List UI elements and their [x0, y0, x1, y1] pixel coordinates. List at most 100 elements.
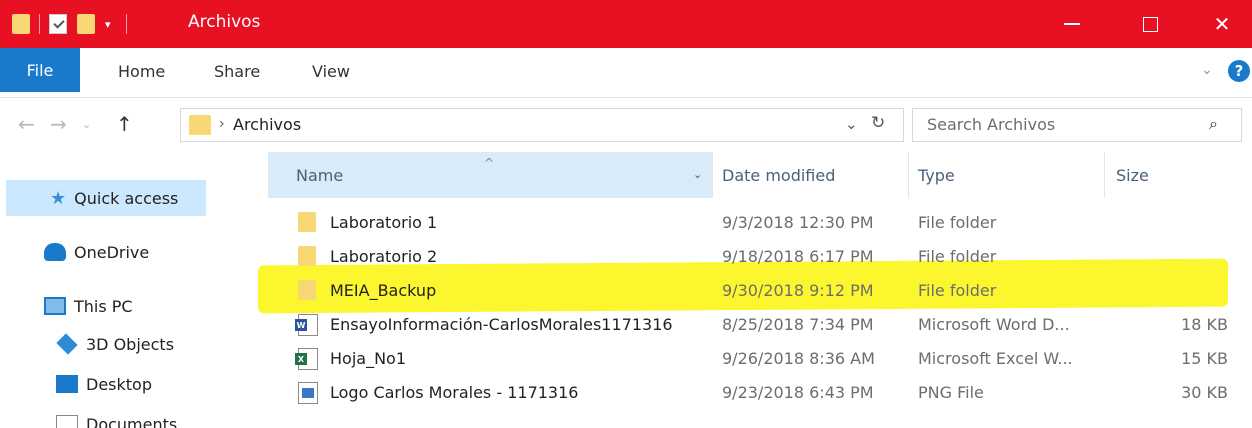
column-header-size[interactable]: Size	[1116, 152, 1149, 198]
cube-icon	[56, 333, 78, 355]
file-date-modified: 9/23/2018 6:43 PM	[722, 383, 874, 402]
expand-ribbon-icon[interactable]: ⌄	[1201, 62, 1213, 78]
file-row[interactable]: Logo Carlos Morales - 1171316 9/23/2018 …	[268, 376, 1252, 410]
file-row[interactable]: W EnsayoInformación-CarlosMorales1171316…	[268, 308, 1252, 342]
nav-item-label: This PC	[74, 296, 133, 316]
file-type: File folder	[918, 247, 997, 266]
tab-file[interactable]: File	[0, 48, 80, 92]
file-name: Logo Carlos Morales - 1171316	[330, 383, 579, 402]
tab-view[interactable]: View	[312, 62, 350, 81]
window-title: Archivos	[188, 12, 261, 32]
excel-doc-icon: X	[295, 348, 318, 370]
file-size: 15 KB	[1181, 349, 1228, 368]
file-row[interactable]: MEIA_Backup 9/30/2018 9:12 PM File folde…	[268, 274, 1252, 308]
file-date-modified: 9/26/2018 8:36 AM	[722, 349, 875, 368]
up-arrow-icon[interactable]: ↑	[116, 112, 133, 136]
close-button[interactable]: ✕	[1192, 0, 1252, 48]
tab-share[interactable]: Share	[214, 62, 260, 81]
folder-icon	[298, 280, 316, 300]
quick-access-toolbar: ▾	[12, 13, 136, 35]
help-icon[interactable]: ?	[1228, 60, 1250, 82]
desktop-icon	[56, 375, 78, 393]
folder-icon	[298, 212, 316, 232]
nav-item-label: 3D Objects	[86, 334, 175, 354]
file-date-modified: 9/18/2018 6:17 PM	[722, 247, 874, 266]
word-badge-icon: W	[295, 319, 307, 331]
navigation-bar: ← → ⌄ ↑ › Archivos ⌄ ↻ Search Archivos ⌕	[0, 98, 1252, 152]
column-header-label: Name	[296, 165, 344, 185]
folder-icon[interactable]	[12, 14, 30, 34]
column-header-date-modified[interactable]: Date modified	[722, 152, 835, 198]
qat-separator	[39, 14, 40, 34]
nav-item-this-pc[interactable]: This PC	[0, 288, 262, 324]
recent-locations-chevron-icon[interactable]: ⌄	[82, 118, 91, 131]
column-header-type[interactable]: Type	[918, 152, 955, 198]
column-menu-chevron-icon[interactable]: ⌄	[693, 168, 702, 181]
file-type: File folder	[918, 213, 997, 232]
search-icon[interactable]: ⌕	[1209, 114, 1218, 134]
file-size: 18 KB	[1181, 315, 1228, 334]
address-bar[interactable]: › Archivos ⌄ ↻	[180, 108, 904, 142]
ribbon-tabs: File Home Share View ⌄ ?	[0, 48, 1252, 98]
nav-item-quick-access[interactable]: ★ Quick access	[6, 180, 206, 216]
file-date-modified: 9/30/2018 9:12 PM	[722, 281, 874, 300]
file-date-modified: 9/3/2018 12:30 PM	[722, 213, 874, 232]
close-icon: ✕	[1213, 12, 1231, 36]
nav-item-label: Desktop	[86, 374, 152, 394]
nav-item-label: OneDrive	[74, 242, 150, 262]
back-arrow-icon[interactable]: ←	[18, 112, 35, 136]
pc-icon	[44, 297, 66, 315]
minimize-button[interactable]	[1042, 0, 1102, 48]
file-row[interactable]: X Hoja_No1 9/26/2018 8:36 AM Microsoft E…	[268, 342, 1252, 376]
nav-item-onedrive[interactable]: OneDrive	[0, 234, 262, 270]
file-name: Hoja_No1	[330, 349, 407, 368]
file-name: MEIA_Backup	[330, 281, 437, 300]
search-input[interactable]: Search Archivos	[927, 115, 1055, 134]
maximize-icon	[1142, 16, 1158, 32]
file-type: Microsoft Word D...	[918, 315, 1070, 334]
address-dropdown-icon[interactable]: ⌄	[845, 115, 858, 133]
customize-dropdown-icon[interactable]: ▾	[105, 18, 117, 31]
breadcrumb-separator-icon[interactable]: ›	[219, 116, 225, 132]
file-name: Laboratorio 2	[330, 247, 438, 266]
excel-badge-icon: X	[295, 353, 307, 365]
file-row[interactable]: Laboratorio 2 9/18/2018 6:17 PM File fol…	[268, 240, 1252, 274]
png-image-icon	[298, 382, 318, 404]
file-name: Laboratorio 1	[330, 213, 438, 232]
qat-separator	[126, 14, 127, 34]
sort-ascending-icon: ^	[484, 156, 495, 170]
word-doc-icon: W	[295, 314, 318, 336]
file-date-modified: 8/25/2018 7:34 PM	[722, 315, 874, 334]
file-type: File folder	[918, 281, 997, 300]
properties-check-icon[interactable]	[49, 14, 67, 34]
breadcrumb-archivos[interactable]: Archivos	[233, 115, 301, 134]
file-name: EnsayoInformación-CarlosMorales1171316	[330, 315, 673, 334]
column-header-name[interactable]: Name ^ ⌄	[268, 152, 712, 198]
refresh-icon[interactable]: ↻	[871, 113, 885, 133]
file-size: 30 KB	[1181, 383, 1228, 402]
navigation-pane: ★ Quick access OneDrive This PC 3D Objec…	[0, 152, 262, 428]
folder-icon	[189, 115, 211, 135]
maximize-button[interactable]	[1120, 0, 1180, 48]
documents-icon	[56, 415, 78, 428]
search-box[interactable]: Search Archivos ⌕	[912, 108, 1242, 142]
column-divider[interactable]	[712, 152, 713, 198]
cloud-icon	[44, 243, 66, 261]
tab-home[interactable]: Home	[118, 62, 165, 81]
column-divider[interactable]	[908, 152, 909, 198]
file-type: PNG File	[918, 383, 984, 402]
column-divider[interactable]	[1104, 152, 1105, 198]
new-folder-icon[interactable]	[77, 14, 95, 34]
nav-item-documents[interactable]: Documents	[0, 406, 262, 428]
file-row[interactable]: Laboratorio 1 9/3/2018 12:30 PM File fol…	[268, 206, 1252, 240]
file-type: Microsoft Excel W...	[918, 349, 1073, 368]
minimize-icon	[1064, 23, 1080, 25]
folder-icon	[298, 246, 316, 266]
star-icon: ★	[50, 187, 67, 209]
nav-item-desktop[interactable]: Desktop	[0, 366, 262, 402]
nav-item-label: Documents	[86, 414, 178, 428]
nav-item-label: Quick access	[74, 188, 179, 208]
nav-item-3d-objects[interactable]: 3D Objects	[0, 326, 262, 362]
forward-arrow-icon[interactable]: →	[50, 112, 67, 136]
title-bar: ▾ Archivos ✕	[0, 0, 1252, 48]
